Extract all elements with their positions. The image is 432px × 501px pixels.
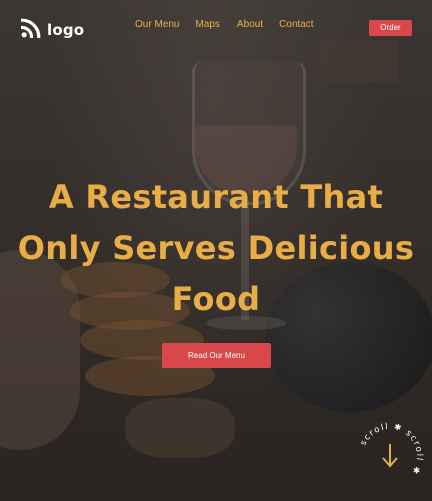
menu-item-contact[interactable]: Contact: [279, 19, 313, 30]
scroll-indicator[interactable]: scroll ✱ scroll ✱: [354, 420, 426, 492]
logo-link[interactable]: logo: [20, 18, 85, 42]
menu-item-maps[interactable]: Maps: [195, 19, 219, 30]
read-our-menu-button[interactable]: Read Our Menu: [162, 343, 271, 368]
headline-line: A Restaurant That: [48, 178, 384, 216]
main-menu: Our Menu Maps About Contact: [135, 19, 314, 30]
logo-text: logo: [47, 21, 85, 39]
headline-line: Only Serves Delicious: [17, 229, 415, 267]
arrow-down-icon: [382, 444, 398, 468]
scroll-ring-text: scroll ✱ scroll ✱: [359, 422, 424, 477]
hero-section: logo Our Menu Maps About Contact Order A…: [0, 0, 432, 501]
menu-item-our-menu[interactable]: Our Menu: [135, 19, 179, 30]
menu-item-about[interactable]: About: [237, 19, 263, 30]
logo-icon: [20, 18, 41, 42]
top-navigation: logo Our Menu Maps About Contact Order: [0, 0, 432, 56]
hero-headline: A Restaurant That Only Serves Delicious …: [0, 172, 432, 325]
headline-line: Food: [171, 280, 261, 318]
order-button[interactable]: Order: [369, 20, 412, 36]
